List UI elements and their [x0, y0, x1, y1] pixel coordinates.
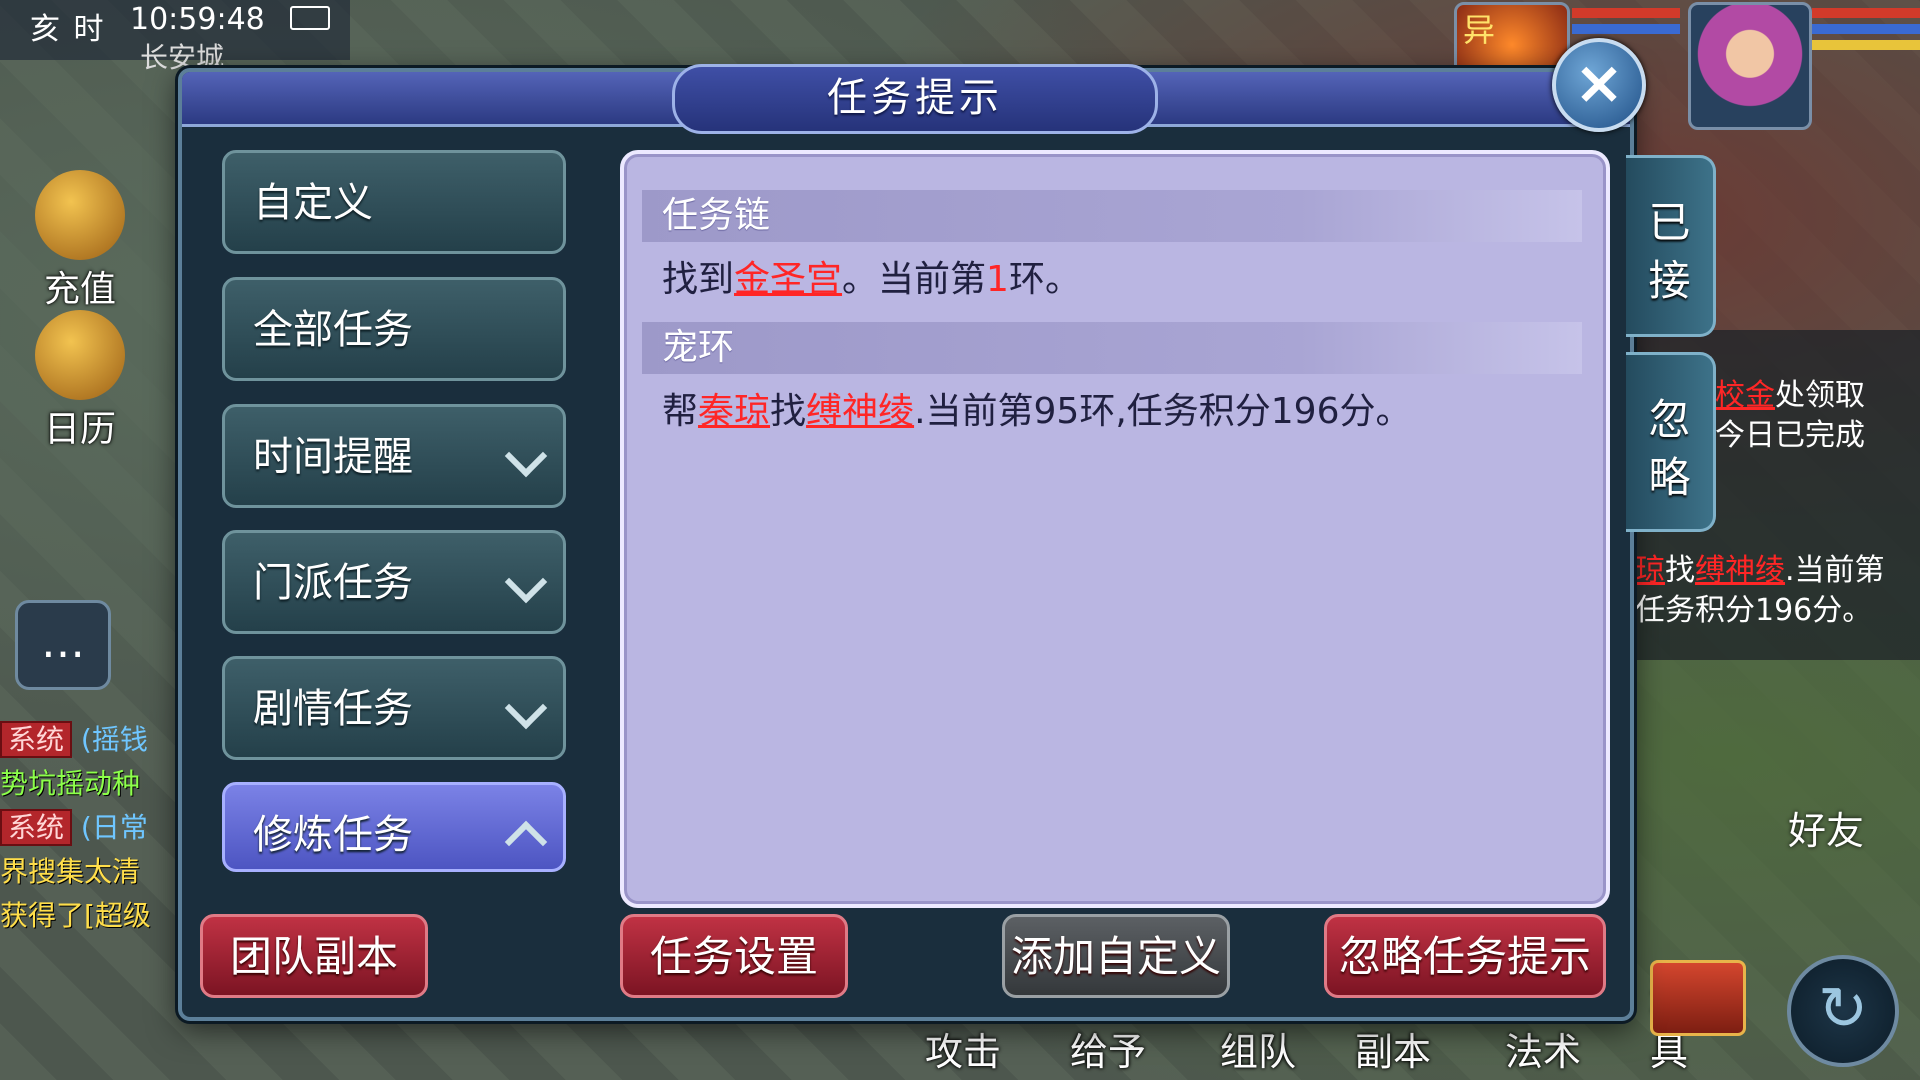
tracker-text: .当前第 [1785, 553, 1885, 588]
task-settings-button[interactable]: 任务设置 [620, 914, 848, 998]
nav-sect-tasks[interactable]: 门派任务 [222, 530, 566, 634]
chat-text: (日常 [80, 811, 148, 844]
time-period: 亥 时 [30, 12, 106, 47]
nav-time-reminder[interactable]: 时间提醒 [222, 404, 566, 508]
section-header-pet-ring: 宠环 [642, 322, 1582, 374]
text: 找到 [662, 259, 735, 300]
clock: 10:59:48 [130, 2, 265, 37]
npc-link[interactable]: 琼 [1635, 553, 1665, 588]
recharge-button[interactable]: 充值 [30, 170, 130, 312]
chat-line: 系统 (日常 [0, 806, 180, 850]
status-bar: 亥 时 10:59:48 长安城 [0, 0, 350, 74]
team-dungeon-button[interactable]: 团队副本 [200, 914, 428, 998]
chevron-down-icon [504, 686, 548, 730]
task-chain-text: 找到金圣宫。当前第1环。 [662, 250, 1081, 302]
system-badge: 系统 [0, 721, 73, 758]
ignore-task-prompt-button[interactable]: 忽略任务提示 [1324, 914, 1606, 998]
tab-label: 忽略 [1648, 395, 1691, 502]
nav-label: 自定义 [253, 180, 373, 226]
team-button[interactable]: 组队 [1220, 1021, 1296, 1076]
nav-label: 剧情任务 [253, 686, 413, 732]
npc-link[interactable]: 秦琼 [698, 391, 770, 432]
tab-ignored[interactable]: 忽略 [1626, 352, 1716, 532]
chevron-up-icon [504, 820, 548, 864]
player-portrait[interactable] [1688, 2, 1812, 130]
location-link[interactable]: 金圣宫 [734, 259, 842, 300]
tracker-text: 处领取 [1775, 378, 1865, 413]
text: 找 [770, 391, 807, 432]
tracker-text: 任务积分196分。 [1635, 593, 1873, 628]
chat-icon: … [41, 617, 85, 668]
chat-text: (摇钱 [80, 723, 148, 756]
ring-number: 1 [986, 259, 1009, 300]
pet-badge: 异 [1463, 11, 1496, 49]
chat-line: 势坑摇动种 [0, 767, 141, 800]
add-custom-button[interactable]: 添加自定义 [1002, 914, 1230, 998]
chat-line: 系统 (摇钱 [0, 718, 180, 762]
recharge-label: 充值 [43, 269, 116, 310]
player-hp-bar [1812, 8, 1920, 18]
player-mp-bar [1812, 24, 1920, 34]
chat-line: 获得了[超级 [0, 899, 151, 932]
tracker-text: 找 [1665, 553, 1695, 588]
npc-link[interactable]: 校金 [1715, 378, 1775, 413]
player-sp-bar [1812, 40, 1920, 50]
chat-button[interactable]: … [15, 600, 111, 690]
nav-label: 修炼任务 [253, 812, 413, 858]
dialog-title: 任务提示 [672, 64, 1158, 134]
calendar-label: 日历 [43, 409, 116, 450]
calendar-button[interactable]: 日历 [30, 310, 130, 452]
refresh-button[interactable]: ↻ [1787, 955, 1899, 1067]
chevron-down-icon [504, 560, 548, 604]
item-link[interactable]: 缚神绫 [806, 391, 914, 432]
attack-button[interactable]: 攻击 [925, 1021, 1001, 1076]
dungeon-button[interactable]: 副本 [1355, 1021, 1431, 1076]
give-button[interactable]: 给予 [1070, 1021, 1146, 1076]
tab-label: 已接 [1648, 198, 1691, 305]
pet-ring-text: 帮秦琼找缚神绫.当前第95环,任务积分196分。 [662, 382, 1411, 434]
system-badge: 系统 [0, 809, 73, 846]
section-header-task-chain: 任务链 [642, 190, 1582, 242]
text: 。当前第 [842, 259, 987, 300]
spell-button[interactable]: 法术 [1505, 1021, 1581, 1076]
tracker-text: 今日已完成 [1715, 418, 1865, 453]
chat-line: 界搜集太清 [0, 855, 141, 888]
chest-icon [1650, 960, 1746, 1036]
chevron-down-icon [504, 434, 548, 478]
nav-label: 门派任务 [253, 560, 413, 606]
close-button[interactable]: × [1552, 38, 1646, 132]
nav-story-tasks[interactable]: 剧情任务 [222, 656, 566, 760]
nav-label: 时间提醒 [253, 434, 413, 480]
battery-icon [290, 6, 330, 30]
pet-mp-bar [1572, 24, 1680, 34]
pet-hp-bar [1572, 8, 1680, 18]
refresh-icon: ↻ [1817, 974, 1869, 1044]
task-prompt-dialog: 任务提示 自定义 全部任务 时间提醒 门派任务 剧情任务 修炼任务 任务链 找到… [178, 64, 1634, 1021]
nav-all-tasks[interactable]: 全部任务 [222, 277, 566, 381]
treasure-icon [35, 170, 125, 260]
item-link[interactable]: 缚神绫 [1695, 553, 1785, 588]
nav-custom[interactable]: 自定义 [222, 150, 566, 254]
calendar-icon [35, 310, 125, 400]
chat-log[interactable]: 系统 (摇钱 势坑摇动种 系统 (日常 界搜集太清 获得了[超级 [0, 718, 180, 968]
nav-cultivation-tasks[interactable]: 修炼任务 [222, 782, 566, 872]
close-icon: × [1573, 48, 1625, 118]
nav-label: 全部任务 [253, 307, 413, 353]
friend-button[interactable]: 好友 [1788, 800, 1864, 855]
friend-label: 好友 [1788, 809, 1865, 853]
text: .当前第95环,任务积分196分。 [914, 391, 1412, 432]
tab-accepted[interactable]: 已接 [1626, 155, 1716, 337]
text: 环。 [1008, 259, 1081, 300]
text: 帮 [662, 391, 699, 432]
task-content-panel[interactable]: 任务链 找到金圣宫。当前第1环。 宠环 帮秦琼找缚神绫.当前第95环,任务积分1… [620, 150, 1610, 908]
